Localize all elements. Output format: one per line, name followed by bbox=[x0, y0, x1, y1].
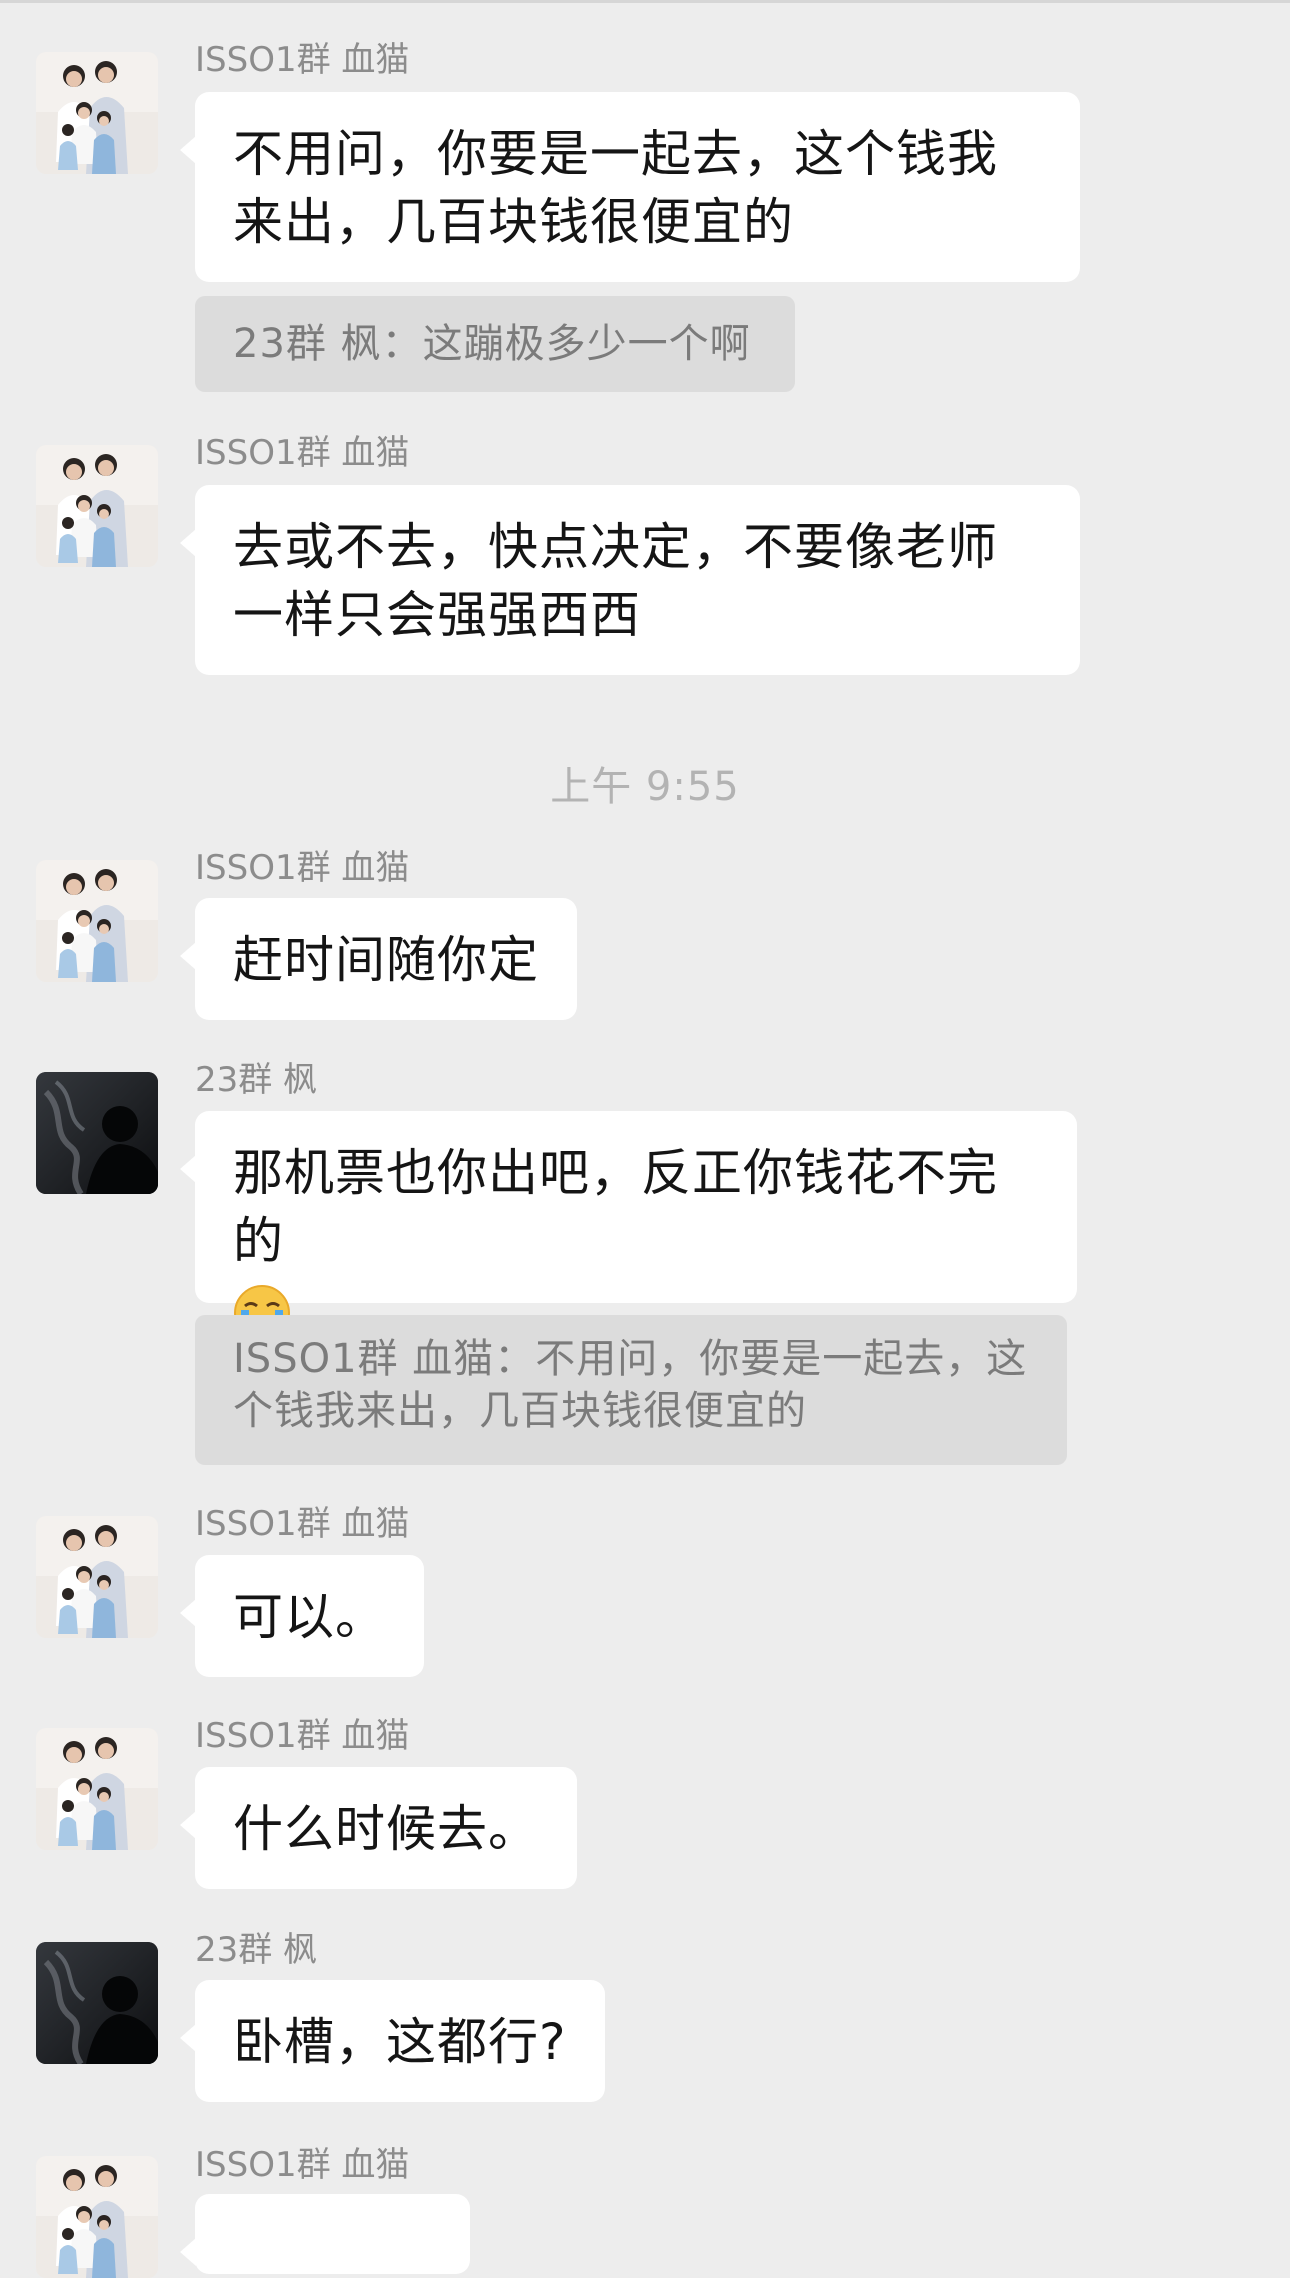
sender-name: ISSO1群 血猫 bbox=[195, 40, 410, 80]
sender-name: 23群 枫 bbox=[195, 1930, 318, 1970]
quoted-text: 23群 枫：这蹦极多少一个啊 bbox=[233, 321, 751, 367]
avatar-xuemao[interactable] bbox=[36, 2156, 158, 2278]
message-bubble[interactable]: 那机票也你出吧，反正你钱花不完的 bbox=[180, 1111, 1077, 1341]
message-text: 卧槽，这都行? bbox=[233, 2013, 567, 2071]
message-bubble[interactable]: 什么时候去。 bbox=[180, 1767, 577, 1889]
message-bubble[interactable]: 卧槽，这都行? bbox=[180, 1980, 605, 2102]
message-text: 不用问，你要是一起去，这个钱我来出，几百块钱很便宜的 bbox=[233, 125, 998, 251]
quoted-text: ISSO1群 血猫：不用问，你要是一起去，这个钱我来出，几百块钱很便宜的 bbox=[233, 1336, 1028, 1434]
avatar-feng[interactable] bbox=[36, 1072, 158, 1194]
sender-name: ISSO1群 血猫 bbox=[195, 433, 410, 473]
message-text: 那机票也你出吧，反正你钱花不完的 bbox=[233, 1144, 998, 1270]
message-text: 什么时候去。 bbox=[233, 1800, 539, 1858]
message-text: 赶时间随你定 bbox=[233, 931, 539, 989]
message-text: 可以。 bbox=[233, 1588, 386, 1646]
avatar-xuemao[interactable] bbox=[36, 52, 158, 174]
chat-message-list[interactable]: ISSO1群 血猫 不用问，你要是一起去，这个钱我来出，几百块钱很便宜的 23群… bbox=[0, 0, 1290, 2278]
message-text: 去或不去，快点决定，不要像老师一样只会强强西西 bbox=[233, 518, 998, 644]
message-bubble[interactable]: 赶时间随你定 bbox=[180, 898, 577, 1020]
avatar-xuemao[interactable] bbox=[36, 445, 158, 567]
quoted-reply[interactable]: ISSO1群 血猫：不用问，你要是一起去，这个钱我来出，几百块钱很便宜的 bbox=[195, 1315, 1067, 1465]
message-bubble[interactable]: 不用问，你要是一起去，这个钱我来出，几百块钱很便宜的 bbox=[180, 92, 1080, 282]
avatar-xuemao[interactable] bbox=[36, 1516, 158, 1638]
avatar-feng[interactable] bbox=[36, 1942, 158, 2064]
avatar-xuemao[interactable] bbox=[36, 1728, 158, 1850]
quoted-reply[interactable]: 23群 枫：这蹦极多少一个啊 bbox=[195, 296, 795, 392]
sender-name: ISSO1群 血猫 bbox=[195, 2145, 410, 2185]
timestamp-divider: 上午 9:55 bbox=[550, 764, 740, 810]
sender-name: ISSO1群 血猫 bbox=[195, 1716, 410, 1756]
message-bubble[interactable] bbox=[180, 2194, 470, 2274]
sender-name: 23群 枫 bbox=[195, 1060, 318, 1100]
message-bubble[interactable]: 去或不去，快点决定，不要像老师一样只会强强西西 bbox=[180, 485, 1080, 675]
sender-name: ISSO1群 血猫 bbox=[195, 1504, 410, 1544]
sender-name: ISSO1群 血猫 bbox=[195, 848, 410, 888]
avatar-xuemao[interactable] bbox=[36, 860, 158, 982]
message-bubble[interactable]: 可以。 bbox=[180, 1555, 424, 1677]
